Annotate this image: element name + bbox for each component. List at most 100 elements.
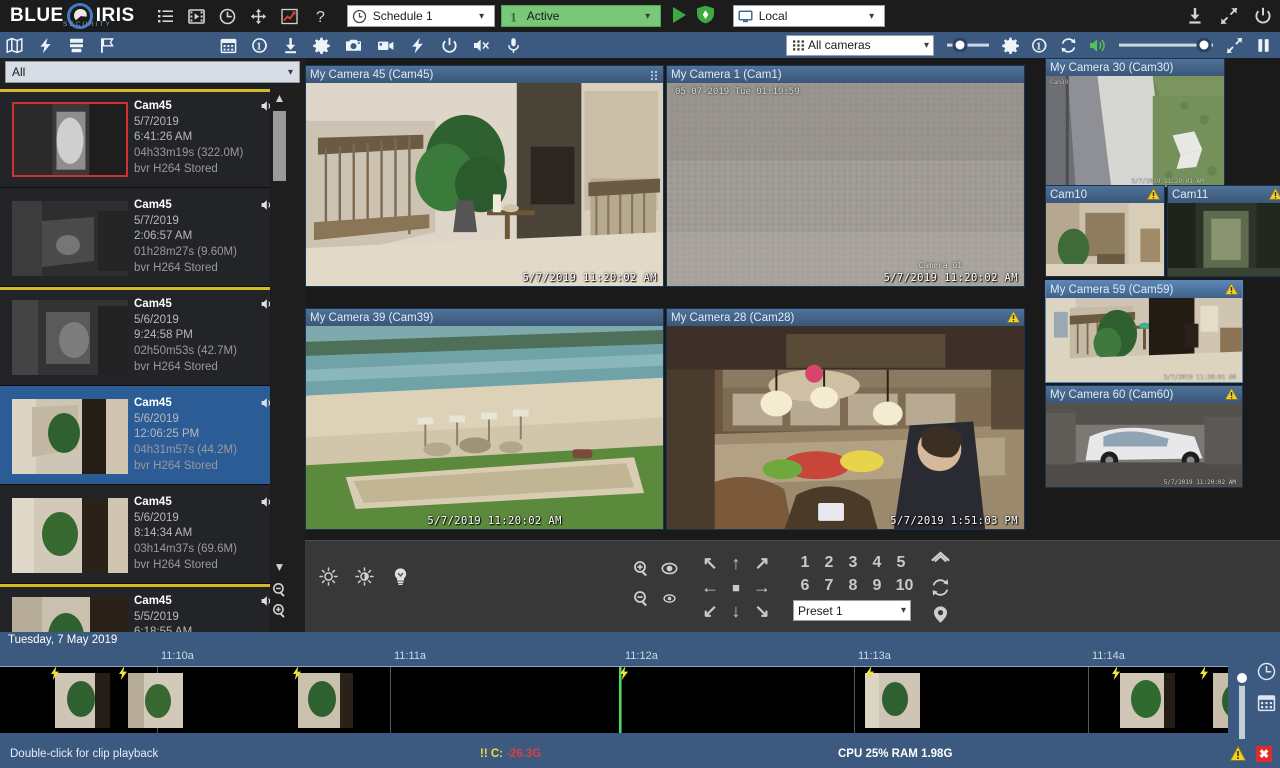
zoom-in-icon[interactable] (272, 603, 287, 618)
brightness-down-icon[interactable] (355, 567, 374, 586)
clip-thumbnail[interactable] (12, 399, 128, 474)
timeline[interactable]: Tuesday, 7 May 2019 11:10a11:11a11:12a11… (0, 632, 1280, 739)
clip-thumbnail[interactable] (12, 102, 128, 177)
preset-button-8[interactable]: 8 (841, 574, 865, 597)
timeline-strip[interactable] (0, 667, 1228, 733)
stats-graph-icon[interactable] (281, 8, 298, 25)
preset-button-10[interactable]: 10 (889, 574, 920, 597)
pan-down-right-icon[interactable]: ↘ (754, 601, 769, 622)
settings-gear-icon[interactable] (313, 37, 330, 54)
cycle-presets-icon[interactable] (931, 578, 950, 597)
power-icon[interactable] (1254, 7, 1272, 25)
camera-pane-cam60[interactable]: My Camera 60 (Cam60) (1045, 385, 1243, 488)
camera-pane-cam10[interactable]: Cam10 (1045, 185, 1165, 277)
focus-near-icon[interactable] (661, 560, 678, 580)
pan-up-right-icon[interactable]: ↗ (754, 553, 769, 574)
clip-thumbnail[interactable] (12, 597, 128, 632)
clip-list-item[interactable]: Cam455/6/20198:14:34 AM03h14m37s (69.6M)… (0, 485, 285, 584)
pan-right-icon[interactable]: → (753, 577, 771, 598)
preset-button-4[interactable]: 4 (865, 551, 889, 574)
schedule-select[interactable]: Schedule 1 ▾ (347, 5, 495, 27)
camera-pane-cam28[interactable]: My Camera 28 (Cam28) (666, 308, 1025, 530)
clip-thumbnail[interactable] (12, 498, 128, 573)
profile-1-icon[interactable]: 1 (1031, 37, 1048, 54)
timeline-event-bolt-icon[interactable] (865, 667, 875, 683)
layout-slider[interactable] (946, 38, 990, 52)
drag-handle-icon[interactable] (650, 70, 659, 81)
map-icon[interactable] (6, 37, 23, 54)
profile-filter-icon[interactable]: 1 (251, 37, 268, 54)
brightness-up-icon[interactable] (319, 567, 338, 586)
clip-list-item[interactable]: Cam455/6/201912:06:25 PM04h31m57s (44.2M… (0, 386, 285, 485)
timeline-event-bolt-icon[interactable] (1199, 667, 1209, 683)
camera-video-cam28[interactable]: 5/7/2019 1:51:03 PM (667, 326, 1024, 529)
scroll-up-icon[interactable]: ▲ (270, 89, 289, 107)
clip-list-scrollbar[interactable]: ▲ ▼ (270, 89, 289, 632)
zoom-in-icon[interactable] (633, 560, 650, 580)
camera-video-cam45[interactable]: 5/7/2019 11:20:02 AM (306, 83, 663, 286)
clip-thumbnail[interactable] (12, 300, 128, 375)
clip-list-item[interactable]: Cam455/5/20196:18:55 AM (0, 584, 285, 632)
scroll-down-icon[interactable]: ▼ (270, 558, 289, 576)
trigger-bolt-icon[interactable] (409, 37, 426, 54)
list-icon[interactable] (157, 8, 174, 25)
camera-video-cam1[interactable]: 05-07-2019 Tue 01:19:59 5/7/2019 11:20:0… (667, 83, 1024, 286)
timeline-playhead[interactable] (619, 667, 621, 733)
camera-pane-cam1[interactable]: My Camera 1 (Cam1) (666, 65, 1025, 287)
clip-list-item[interactable]: Cam455/7/20196:41:26 AM04h33m19s (322.0M… (0, 89, 285, 188)
timeline-event-bolt-icon[interactable] (50, 667, 60, 683)
move-icon[interactable] (250, 8, 267, 25)
preset-button-7[interactable]: 7 (817, 574, 841, 597)
power-toggle-icon[interactable] (441, 37, 458, 54)
calendar-icon[interactable] (1257, 693, 1276, 712)
set-preset-icon[interactable] (931, 605, 950, 624)
film-clips-icon[interactable] (188, 8, 205, 25)
shield-icon[interactable] (696, 5, 715, 27)
preset-button-5[interactable]: 5 (889, 551, 913, 574)
pan-down-icon[interactable]: ↓ (732, 601, 741, 622)
timeline-slider-knob[interactable] (1234, 670, 1250, 686)
clip-list[interactable]: Cam455/7/20196:41:26 AM04h33m19s (322.0M… (0, 89, 285, 632)
scroll-thumb[interactable] (273, 111, 286, 181)
zoom-out-icon[interactable] (633, 590, 650, 610)
pan-down-left-icon[interactable]: ↙ (702, 601, 717, 622)
flag-icon[interactable] (99, 37, 116, 54)
pause-icon[interactable] (1255, 37, 1272, 54)
download-icon[interactable] (282, 37, 299, 54)
preset-button-1[interactable]: 1 (793, 551, 817, 574)
pan-left-icon[interactable]: ← (701, 577, 719, 598)
mic-icon[interactable] (505, 37, 522, 54)
timeline-thumbnail[interactable] (55, 673, 110, 728)
pan-up-left-icon[interactable]: ↖ (702, 553, 717, 574)
timeline-thumbnail[interactable] (1213, 673, 1228, 728)
camera-select[interactable]: All cameras ▾ (786, 35, 934, 56)
record-video-icon[interactable] (377, 37, 394, 54)
refresh-icon[interactable] (1060, 37, 1077, 54)
clip-filter-select[interactable]: All ▾ (5, 61, 300, 83)
settings-gear-icon[interactable] (1002, 37, 1019, 54)
zoom-out-icon[interactable] (272, 582, 287, 597)
clock-icon[interactable] (1257, 662, 1276, 681)
snapshot-icon[interactable] (345, 37, 362, 54)
preset-button-3[interactable]: 3 (841, 551, 865, 574)
timeline-thumbnail[interactable] (298, 673, 353, 728)
warning-icon[interactable] (1230, 746, 1246, 761)
chevron-down-icon[interactable]: ▾ (288, 67, 293, 78)
home-preset-icon[interactable] (931, 551, 950, 570)
speaker-icon[interactable] (1089, 37, 1106, 54)
alerts-bolt-icon[interactable] (37, 37, 54, 54)
camera-video-cam11[interactable] (1168, 203, 1280, 276)
preset-button-2[interactable]: 2 (817, 551, 841, 574)
pan-up-icon[interactable]: ↑ (732, 553, 741, 574)
help-icon[interactable]: ? (312, 8, 329, 25)
camera-pane-cam30[interactable]: My Camera 30 (Cam30) (1045, 58, 1225, 188)
chevron-down-icon[interactable]: ▾ (474, 11, 490, 22)
preset-select[interactable]: Preset 1 ▾ (793, 600, 911, 621)
mute-icon[interactable] (473, 37, 490, 54)
chevron-down-icon[interactable]: ▾ (924, 40, 929, 51)
camera-video-cam30[interactable]: Cam30 5/7/2019 11:20:01 AM (1046, 76, 1224, 187)
profile-select[interactable]: 1 Active ▾ (501, 5, 661, 27)
camera-video-cam59[interactable]: 5/7/2019 11:20:01 AM (1046, 298, 1242, 382)
timeline-event-bolt-icon[interactable] (118, 667, 128, 683)
clip-list-item[interactable]: Cam455/6/20199:24:58 PM02h50m53s (42.7M)… (0, 287, 285, 386)
